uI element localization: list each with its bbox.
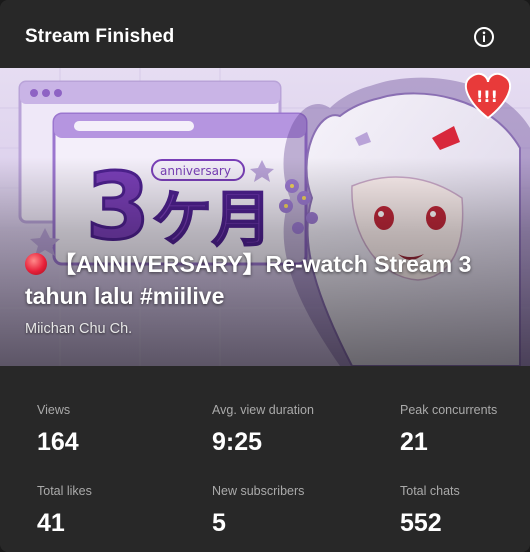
live-dot-icon [25, 253, 47, 275]
card-title: Stream Finished [25, 26, 175, 47]
stat-label: Peak concurrents [400, 403, 498, 417]
stat-label: Views [37, 403, 71, 417]
stat-total-likes: Total likes 41 [37, 484, 207, 537]
stat-new-subscribers: New subscribers 5 [212, 484, 382, 537]
stat-label: Total chats [400, 484, 460, 498]
stream-title-text: 【ANNIVERSARY】Re-watch Stream 3 tahun lal… [25, 251, 472, 309]
stat-label: Total likes [37, 484, 92, 498]
stat-total-chats: Total chats 552 [400, 484, 530, 537]
stat-value: 164 [37, 428, 79, 456]
stat-value: 41 [37, 509, 65, 537]
card-header: Stream Finished [0, 0, 530, 68]
stream-thumbnail[interactable]: 3 ケ月 anniversary [0, 68, 530, 366]
stat-label: Avg. view duration [212, 403, 314, 417]
stat-value: 5 [212, 509, 226, 537]
stream-title[interactable]: 【ANNIVERSARY】Re-watch Stream 3 tahun lal… [25, 248, 485, 312]
info-icon[interactable] [473, 26, 495, 48]
stat-value: 552 [400, 509, 442, 537]
stat-label: New subscribers [212, 484, 305, 498]
channel-name[interactable]: Miichan Chu Ch. [25, 321, 132, 337]
stream-stats: Views 164 Avg. view duration 9:25 Peak c… [0, 366, 530, 552]
stat-views: Views 164 [37, 403, 207, 456]
stat-peak-concurrents: Peak concurrents 21 [400, 403, 530, 456]
stat-avg-view-duration: Avg. view duration 9:25 [212, 403, 382, 456]
stream-finished-card: Stream Finished 【ANNIVERSARY】Re-watch St… [0, 0, 530, 552]
stat-value: 9:25 [212, 428, 263, 456]
stat-value: 21 [400, 428, 428, 456]
